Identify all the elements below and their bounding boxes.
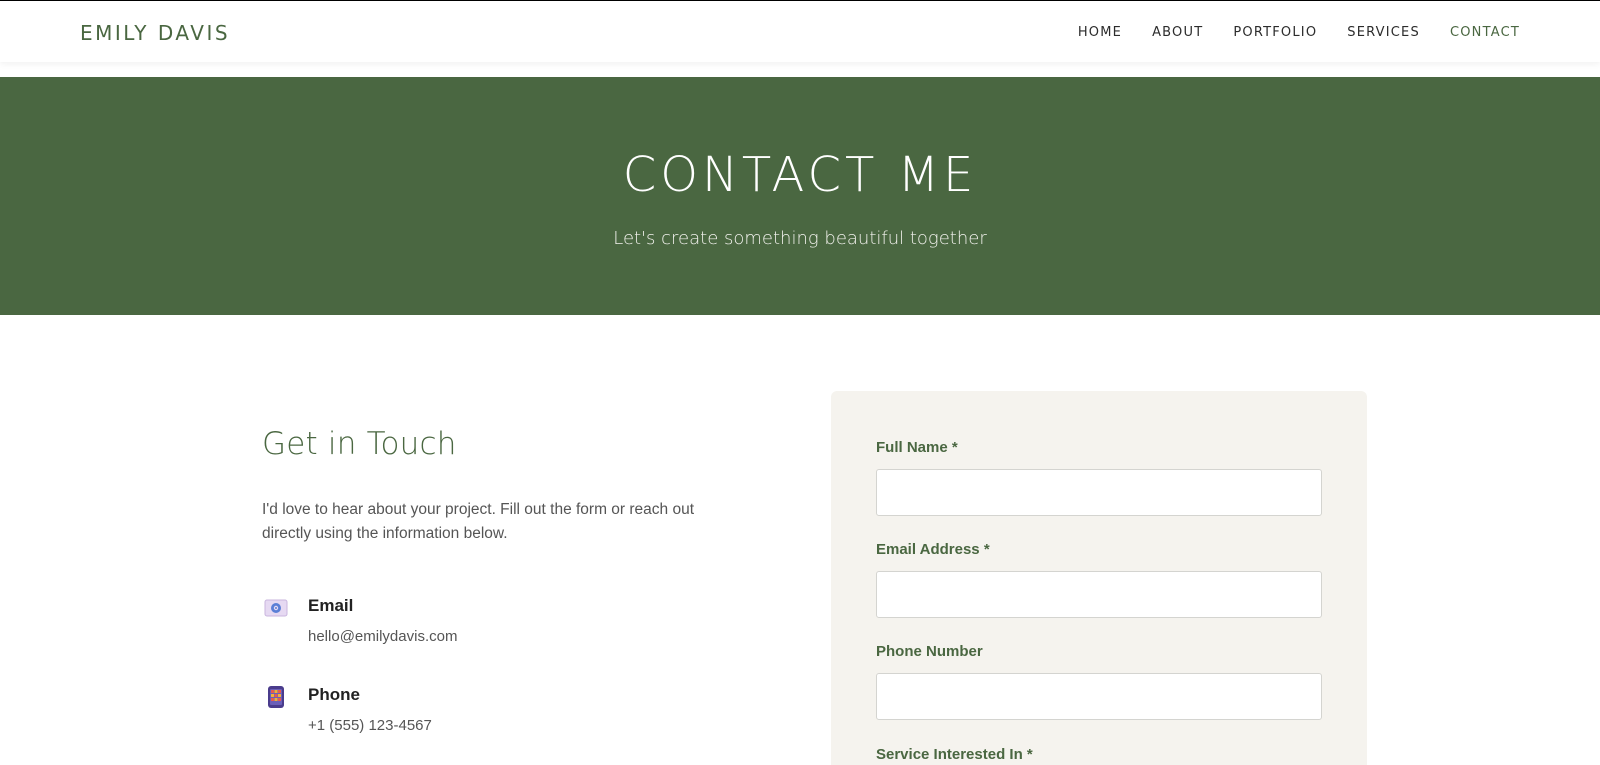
service-field-group: Service Interested In * [876, 746, 1322, 763]
nav-link-services[interactable]: SERVICES [1347, 25, 1420, 40]
contact-form: Full Name * Email Address * Phone Number… [831, 391, 1367, 765]
full-name-input[interactable] [876, 469, 1322, 516]
nav-link-about[interactable]: ABOUT [1152, 25, 1203, 40]
section-heading: Get in Touch [262, 426, 457, 462]
phone-value[interactable]: +1 (555) 123-4567 [308, 717, 432, 734]
email-icon [264, 596, 288, 620]
nav-link-contact[interactable]: CONTACT [1450, 25, 1520, 40]
contact-info-section: Get in Touch I'd love to hear about your… [262, 426, 722, 734]
email-value[interactable]: hello@emilydavis.com [308, 628, 457, 645]
service-interested-label: Service Interested In * [876, 746, 1033, 763]
phone-icon [264, 685, 288, 709]
phone-number-label: Phone Number [876, 643, 983, 660]
main-nav: HOME ABOUT PORTFOLIO SERVICES CONTACT [1078, 25, 1520, 40]
phone-field-group: Phone Number [876, 643, 1322, 720]
full-name-label: Full Name * [876, 439, 958, 456]
page-title: CONTACT ME [622, 147, 978, 203]
section-description: I'd love to hear about your project. Fil… [262, 501, 695, 542]
phone-label: Phone [308, 685, 360, 704]
nav-link-home[interactable]: HOME [1078, 25, 1122, 40]
nav-link-portfolio[interactable]: PORTFOLIO [1233, 25, 1317, 40]
full-name-field-group: Full Name * [876, 439, 1322, 516]
phone-number-input[interactable] [876, 673, 1322, 720]
hero-banner: CONTACT ME Let's create something beauti… [0, 77, 1600, 315]
email-field-group: Email Address * [876, 541, 1322, 618]
site-brand-logo[interactable]: EMILY DAVIS [80, 21, 230, 45]
email-address-label: Email Address * [876, 541, 990, 558]
page-subtitle: Let's create something beautiful togethe… [613, 228, 987, 249]
email-address-input[interactable] [876, 571, 1322, 618]
top-navigation-bar: EMILY DAVIS HOME ABOUT PORTFOLIO SERVICE… [0, 0, 1600, 62]
email-label: Email [308, 596, 354, 615]
